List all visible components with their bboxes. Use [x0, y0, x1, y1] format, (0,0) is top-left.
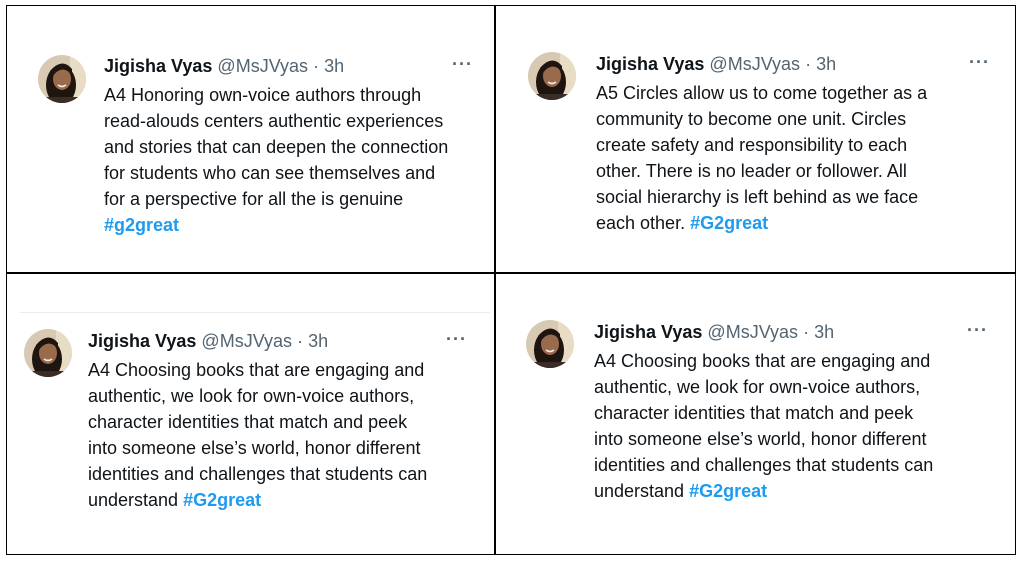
tweet-text: A4 Choosing books that are engaging and …	[594, 348, 994, 504]
tweet-line: community to become one unit. Circles	[596, 109, 907, 129]
author-handle[interactable]: @MsJVyas	[707, 322, 798, 342]
hashtag-link[interactable]: #G2great	[689, 481, 767, 501]
separator-dot: ·	[805, 54, 812, 74]
grid-divider-vertical	[494, 5, 496, 555]
author-handle[interactable]: @MsJVyas	[217, 56, 308, 76]
author-name[interactable]: Jigisha Vyas	[88, 331, 196, 351]
tweet-line: other. There is no leader or follower. A…	[596, 161, 907, 181]
tweet-line: for a perspective for all the is genuine	[104, 189, 404, 209]
separator-dot: ·	[313, 56, 320, 76]
tweet-card[interactable]: Jigisha Vyas @MsJVyas · 3h ··· A4 Honori…	[38, 54, 478, 245]
more-options-icon[interactable]: ···	[446, 329, 467, 350]
tweet-line: identities and challenges that students …	[594, 455, 934, 475]
timestamp[interactable]: 3h	[324, 56, 344, 76]
avatar[interactable]	[38, 55, 86, 103]
hashtag-link[interactable]: #G2great	[690, 213, 768, 233]
tweet-line: social hierarchy is left behind as we fa…	[596, 187, 919, 207]
author-name[interactable]: Jigisha Vyas	[596, 54, 704, 74]
tweet-line: character identities that match and peek	[594, 403, 914, 423]
tweet-line: A4 Honoring own-voice authors through	[104, 85, 422, 105]
tweet-separator	[20, 312, 490, 313]
tweet-line: A4 Choosing books that are engaging and	[88, 360, 425, 380]
author-name[interactable]: Jigisha Vyas	[594, 322, 702, 342]
timestamp[interactable]: 3h	[814, 322, 834, 342]
more-options-icon[interactable]: ···	[452, 54, 473, 75]
author-handle[interactable]: @MsJVyas	[201, 331, 292, 351]
tweet-line: and stories that can deepen the connecti…	[104, 137, 449, 157]
tweet-line: A4 Choosing books that are engaging and	[594, 351, 931, 371]
tweet-text: A4 Choosing books that are engaging and …	[88, 357, 488, 513]
tweet-header: Jigisha Vyas @MsJVyas · 3h	[594, 320, 994, 344]
hashtag-link[interactable]: #g2great	[104, 215, 179, 235]
grid-divider-horizontal	[6, 272, 1016, 274]
hashtag-link[interactable]: #G2great	[183, 490, 261, 510]
tweet-card[interactable]: Jigisha Vyas @MsJVyas · 3h ··· A5 Circle…	[528, 52, 998, 247]
tweet-line: read-alouds centers authentic experience…	[104, 111, 444, 131]
separator-dot: ·	[297, 331, 304, 351]
tweet-line: A5 Circles allow us to come together as …	[596, 83, 928, 103]
tweet-line: each other.	[596, 213, 691, 233]
tweet-line: authentic, we look for own-voice authors…	[88, 386, 415, 406]
author-handle[interactable]: @MsJVyas	[709, 54, 800, 74]
tweet-line: understand	[88, 490, 184, 510]
tweet-card[interactable]: Jigisha Vyas @MsJVyas · 3h ··· A4 Choosi…	[526, 320, 996, 510]
avatar[interactable]	[526, 320, 574, 368]
more-options-icon[interactable]: ···	[969, 52, 990, 73]
tweet-text: A5 Circles allow us to come together as …	[596, 80, 996, 236]
avatar[interactable]	[24, 329, 72, 377]
tweet-line: for students who can see themselves and	[104, 163, 436, 183]
tweet-line: authentic, we look for own-voice authors…	[594, 377, 921, 397]
tweet-line: into someone else’s world, honor differe…	[88, 438, 421, 458]
author-name[interactable]: Jigisha Vyas	[104, 56, 212, 76]
tweet-line: create safety and responsibility to each	[596, 135, 908, 155]
tweet-card[interactable]: Jigisha Vyas @MsJVyas · 3h ··· A4 Choosi…	[24, 329, 490, 519]
avatar[interactable]	[528, 52, 576, 100]
tweet-header: Jigisha Vyas @MsJVyas · 3h	[104, 54, 476, 78]
tweet-line: identities and challenges that students …	[88, 464, 428, 484]
tweet-header: Jigisha Vyas @MsJVyas · 3h	[88, 329, 488, 353]
tweet-line: character identities that match and peek	[88, 412, 408, 432]
timestamp[interactable]: 3h	[308, 331, 328, 351]
more-options-icon[interactable]: ···	[967, 320, 988, 341]
timestamp[interactable]: 3h	[816, 54, 836, 74]
tweet-line: into someone else’s world, honor differe…	[594, 429, 927, 449]
tweet-header: Jigisha Vyas @MsJVyas · 3h	[596, 52, 996, 76]
tweet-text: A4 Honoring own-voice authors through re…	[104, 82, 476, 238]
separator-dot: ·	[803, 322, 810, 342]
tweet-line: understand	[594, 481, 690, 501]
